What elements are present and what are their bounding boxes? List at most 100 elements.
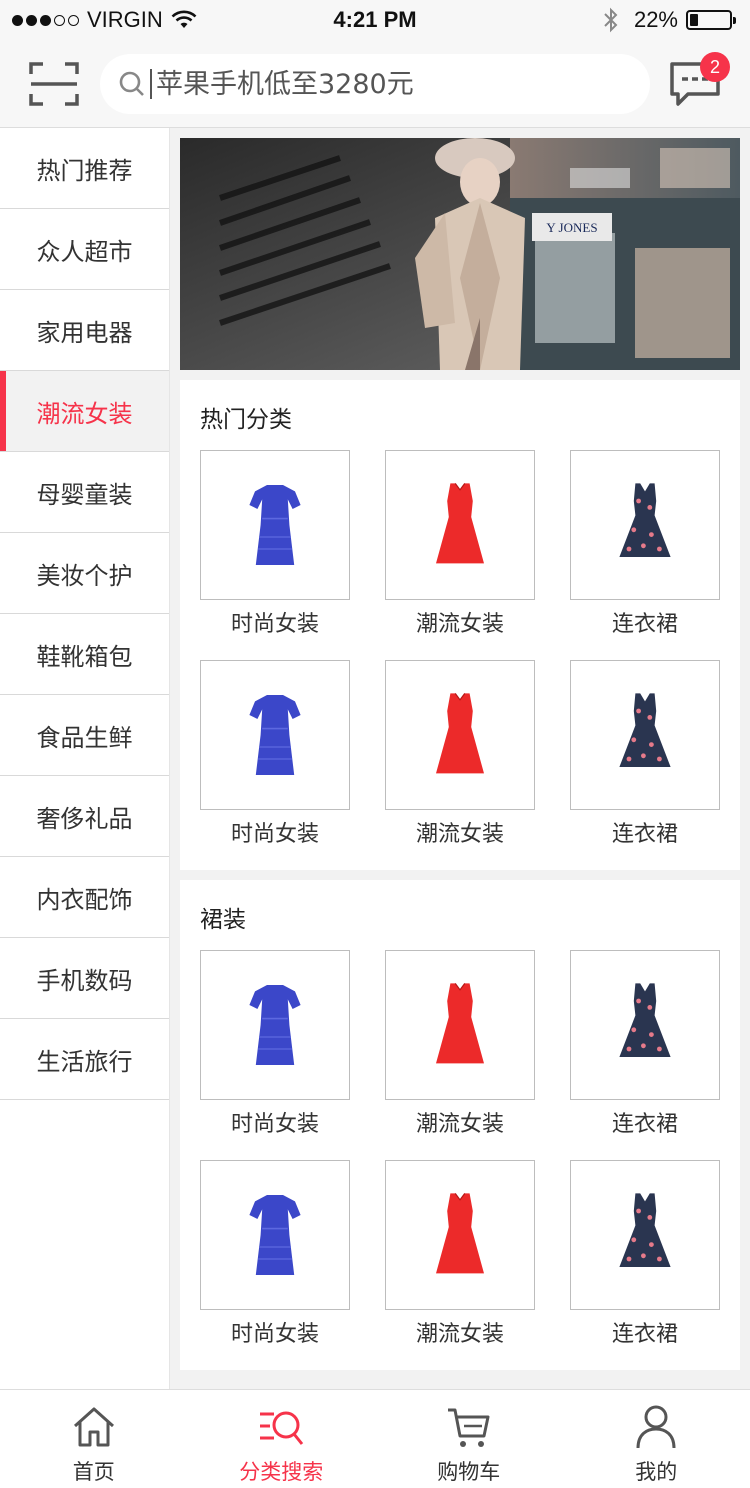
signal-dot	[68, 14, 79, 26]
sidebar-item-label: 母婴童装	[36, 480, 133, 509]
tab-label: 购物车	[437, 1460, 501, 1484]
sidebar-item-label: 奢侈礼品	[36, 804, 133, 833]
sidebar-item-label: 美妆个护	[36, 561, 133, 590]
product-section: 热门分类 时尚女装 潮流女装 连衣裙 时尚女装 潮流女装 连衣裙	[180, 380, 740, 870]
product-image	[385, 660, 535, 810]
sidebar-item[interactable]: 奢侈礼品	[0, 776, 169, 857]
product-card[interactable]: 潮流女装	[385, 450, 535, 638]
wifi-icon	[171, 10, 197, 28]
product-name: 潮流女装	[415, 612, 504, 637]
banner-sign-text: Y JONES	[546, 220, 597, 235]
signal-dot	[12, 14, 23, 26]
product-image	[570, 1160, 720, 1310]
signal-dot	[54, 14, 65, 26]
user-icon	[636, 1405, 676, 1449]
product-name: 连衣裙	[611, 1112, 678, 1137]
red-dress-icon	[436, 693, 484, 774]
sidebar-item[interactable]: 生活旅行	[0, 1019, 169, 1100]
home-icon	[73, 1407, 114, 1447]
blue-dress-icon	[249, 985, 301, 1065]
product-name: 连衣裙	[611, 612, 678, 637]
floral-dress-icon	[619, 1193, 671, 1267]
product-card[interactable]: 连衣裙	[570, 450, 720, 638]
cart-icon	[447, 1408, 490, 1447]
red-dress-icon	[436, 983, 484, 1064]
product-image	[570, 660, 720, 810]
product-card[interactable]: 连衣裙	[570, 950, 720, 1138]
text-caret	[150, 69, 152, 99]
category-sidebar: 热门推荐 众人超市 家用电器 潮流女装 母婴童装 美妆个护 鞋靴箱包 食品生鲜 …	[0, 128, 170, 1389]
sidebar-item[interactable]: 热门推荐	[0, 128, 169, 209]
product-image	[570, 950, 720, 1100]
product-image	[385, 450, 535, 600]
product-image	[200, 660, 350, 810]
status-bar: VIRGIN 4:21 PM 22%	[0, 0, 750, 40]
battery-icon	[686, 10, 736, 30]
tab-cart[interactable]: 购物车	[375, 1390, 563, 1488]
product-image	[200, 950, 350, 1100]
product-card[interactable]: 潮流女装	[385, 660, 535, 848]
tab-category-search[interactable]: 分类搜索	[188, 1390, 376, 1488]
section-title: 裙装	[200, 907, 246, 933]
sidebar-item[interactable]: 美妆个护	[0, 533, 169, 614]
product-card[interactable]: 连衣裙	[570, 660, 720, 848]
sidebar-item-label: 家用电器	[36, 318, 133, 347]
section-title: 热门分类	[200, 407, 292, 433]
banner-image: Y JONES	[180, 138, 740, 370]
product-name: 潮流女装	[415, 1322, 504, 1347]
category-search-icon	[260, 1411, 304, 1445]
tab-label: 首页	[72, 1460, 115, 1484]
search-bar[interactable]	[100, 54, 650, 114]
product-image	[200, 450, 350, 600]
sidebar-item[interactable]: 鞋靴箱包	[0, 614, 169, 695]
sidebar-item-label: 手机数码	[36, 966, 133, 995]
floral-dress-icon	[619, 983, 671, 1057]
product-image	[200, 1160, 350, 1310]
sidebar-item-label: 生活旅行	[36, 1047, 133, 1076]
sidebar-item[interactable]: 潮流女装	[0, 371, 169, 452]
bluetooth-icon	[604, 7, 618, 33]
product-name: 时尚女装	[230, 822, 319, 847]
promo-banner[interactable]: Y JONES	[180, 138, 740, 370]
product-name: 连衣裙	[611, 822, 678, 847]
product-name: 时尚女装	[230, 612, 319, 637]
red-dress-icon	[436, 1193, 484, 1274]
sidebar-item-label: 内衣配饰	[36, 885, 133, 914]
message-badge: 2	[700, 52, 730, 82]
product-card[interactable]: 时尚女装	[200, 1160, 350, 1348]
tab-label: 我的	[635, 1460, 678, 1484]
product-name: 潮流女装	[415, 822, 504, 847]
product-image	[385, 950, 535, 1100]
sidebar-item[interactable]: 食品生鲜	[0, 695, 169, 776]
floral-dress-icon	[619, 483, 671, 557]
product-name: 时尚女装	[230, 1322, 319, 1347]
sidebar-item-label: 众人超市	[36, 237, 133, 266]
product-card[interactable]: 时尚女装	[200, 950, 350, 1138]
search-input[interactable]	[156, 68, 616, 100]
product-card[interactable]: 潮流女装	[385, 1160, 535, 1348]
sidebar-item[interactable]: 手机数码	[0, 938, 169, 1019]
product-card[interactable]: 时尚女装	[200, 660, 350, 848]
sidebar-item[interactable]: 内衣配饰	[0, 857, 169, 938]
tab-me[interactable]: 我的	[563, 1390, 750, 1488]
bottom-tab-bar: 首页 分类搜索 购物车 我的	[0, 1389, 750, 1488]
battery-area: 22%	[602, 7, 736, 33]
sidebar-item[interactable]: 众人超市	[0, 209, 169, 290]
product-card[interactable]: 潮流女装	[385, 950, 535, 1138]
tab-home[interactable]: 首页	[0, 1390, 188, 1488]
product-image	[570, 450, 720, 600]
sidebar-item[interactable]: 家用电器	[0, 290, 169, 371]
red-dress-icon	[436, 483, 484, 564]
header: 2	[0, 40, 750, 128]
scan-icon[interactable]	[28, 60, 80, 108]
product-image	[385, 1160, 535, 1310]
sidebar-item-label: 鞋靴箱包	[36, 642, 133, 671]
blue-dress-icon	[249, 1195, 301, 1275]
sidebar-item[interactable]: 母婴童装	[0, 452, 169, 533]
battery-percent: 22%	[633, 7, 678, 32]
blue-dress-icon	[249, 485, 301, 565]
product-name: 连衣裙	[611, 1322, 678, 1347]
product-card[interactable]: 连衣裙	[570, 1160, 720, 1348]
product-card[interactable]: 时尚女装	[200, 450, 350, 638]
search-icon	[119, 71, 144, 96]
